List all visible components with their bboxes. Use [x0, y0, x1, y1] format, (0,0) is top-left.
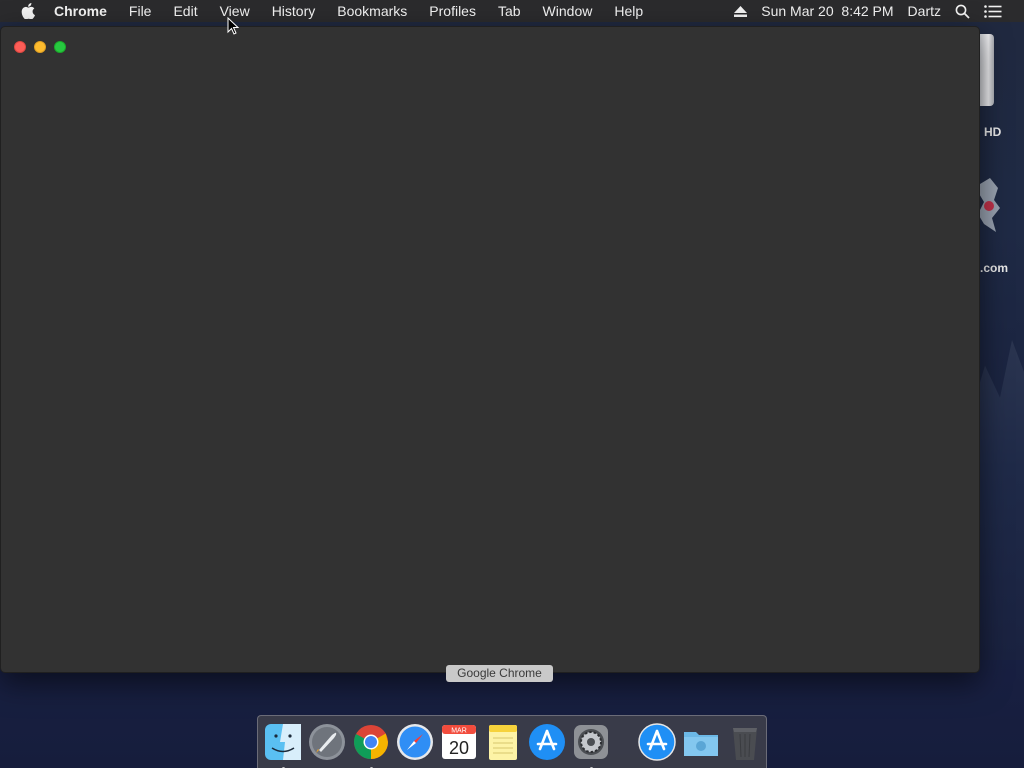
- hard-disk-icon[interactable]: [980, 34, 994, 106]
- apple-menu-icon[interactable]: [17, 3, 39, 19]
- dock-system-preferences[interactable]: [571, 722, 611, 768]
- app-store-icon: [638, 723, 676, 761]
- menu-help[interactable]: Help: [614, 3, 643, 19]
- dock-calendar[interactable]: MAR 20: [439, 722, 479, 762]
- menu-app-chrome[interactable]: Chrome: [54, 3, 107, 19]
- downloads-folder-icon: [684, 732, 718, 756]
- calendar-month: MAR: [451, 728, 467, 735]
- dock-downloads[interactable]: [681, 722, 721, 762]
- desktop-file-icon[interactable]: [978, 178, 1000, 234]
- window-controls: [14, 41, 66, 53]
- dock-trash[interactable]: [725, 722, 765, 762]
- calendar-day: 20: [449, 738, 469, 758]
- app-store-icon: [529, 724, 565, 760]
- dock-launchpad[interactable]: [307, 722, 347, 762]
- notes-icon: [489, 725, 517, 760]
- menu-file[interactable]: File: [129, 3, 152, 19]
- safari-icon: [397, 724, 433, 760]
- close-window-button[interactable]: [14, 41, 26, 53]
- dock-safari[interactable]: [395, 722, 435, 762]
- chrome-icon: [354, 725, 388, 759]
- menu-window[interactable]: Window: [543, 3, 593, 19]
- mouse-cursor-icon: [227, 17, 239, 35]
- trash-icon: [733, 728, 757, 760]
- menu-tab[interactable]: Tab: [498, 3, 521, 19]
- system-preferences-icon: [574, 725, 608, 759]
- desktop-file-label: .com: [980, 261, 1009, 275]
- user-name[interactable]: Dartz: [908, 3, 941, 19]
- zoom-window-button[interactable]: [54, 41, 66, 53]
- menu-history[interactable]: History: [272, 3, 316, 19]
- calendar-icon: MAR 20: [442, 725, 476, 759]
- minimize-window-button[interactable]: [34, 41, 46, 53]
- spotlight-search-icon[interactable]: [955, 4, 970, 19]
- finder-icon: [265, 724, 301, 760]
- menu-profiles[interactable]: Profiles: [429, 3, 476, 19]
- menu-edit[interactable]: Edit: [173, 3, 197, 19]
- chrome-window[interactable]: [0, 26, 980, 673]
- dock-notes[interactable]: [483, 722, 523, 762]
- dock-app-store-stack[interactable]: [637, 722, 677, 762]
- menu-bar-status-area: Sun Mar 20 8:42 PM Dartz: [734, 0, 1024, 22]
- eject-icon[interactable]: [734, 5, 748, 17]
- dock: MAR 20: [257, 715, 767, 768]
- dock-tooltip: Google Chrome: [446, 665, 553, 682]
- notification-center-icon[interactable]: [984, 4, 1002, 18]
- dock-chrome[interactable]: [351, 722, 391, 768]
- menu-bar-clock[interactable]: Sun Mar 20 8:42 PM: [761, 3, 893, 19]
- launchpad-icon: [309, 724, 345, 760]
- menu-bar: Chrome File Edit View History Bookmarks …: [0, 0, 1024, 22]
- dock-app-store[interactable]: [527, 722, 567, 762]
- menu-bookmarks[interactable]: Bookmarks: [337, 3, 407, 19]
- dock-finder[interactable]: [263, 722, 303, 768]
- hard-disk-label: HD: [984, 125, 1002, 139]
